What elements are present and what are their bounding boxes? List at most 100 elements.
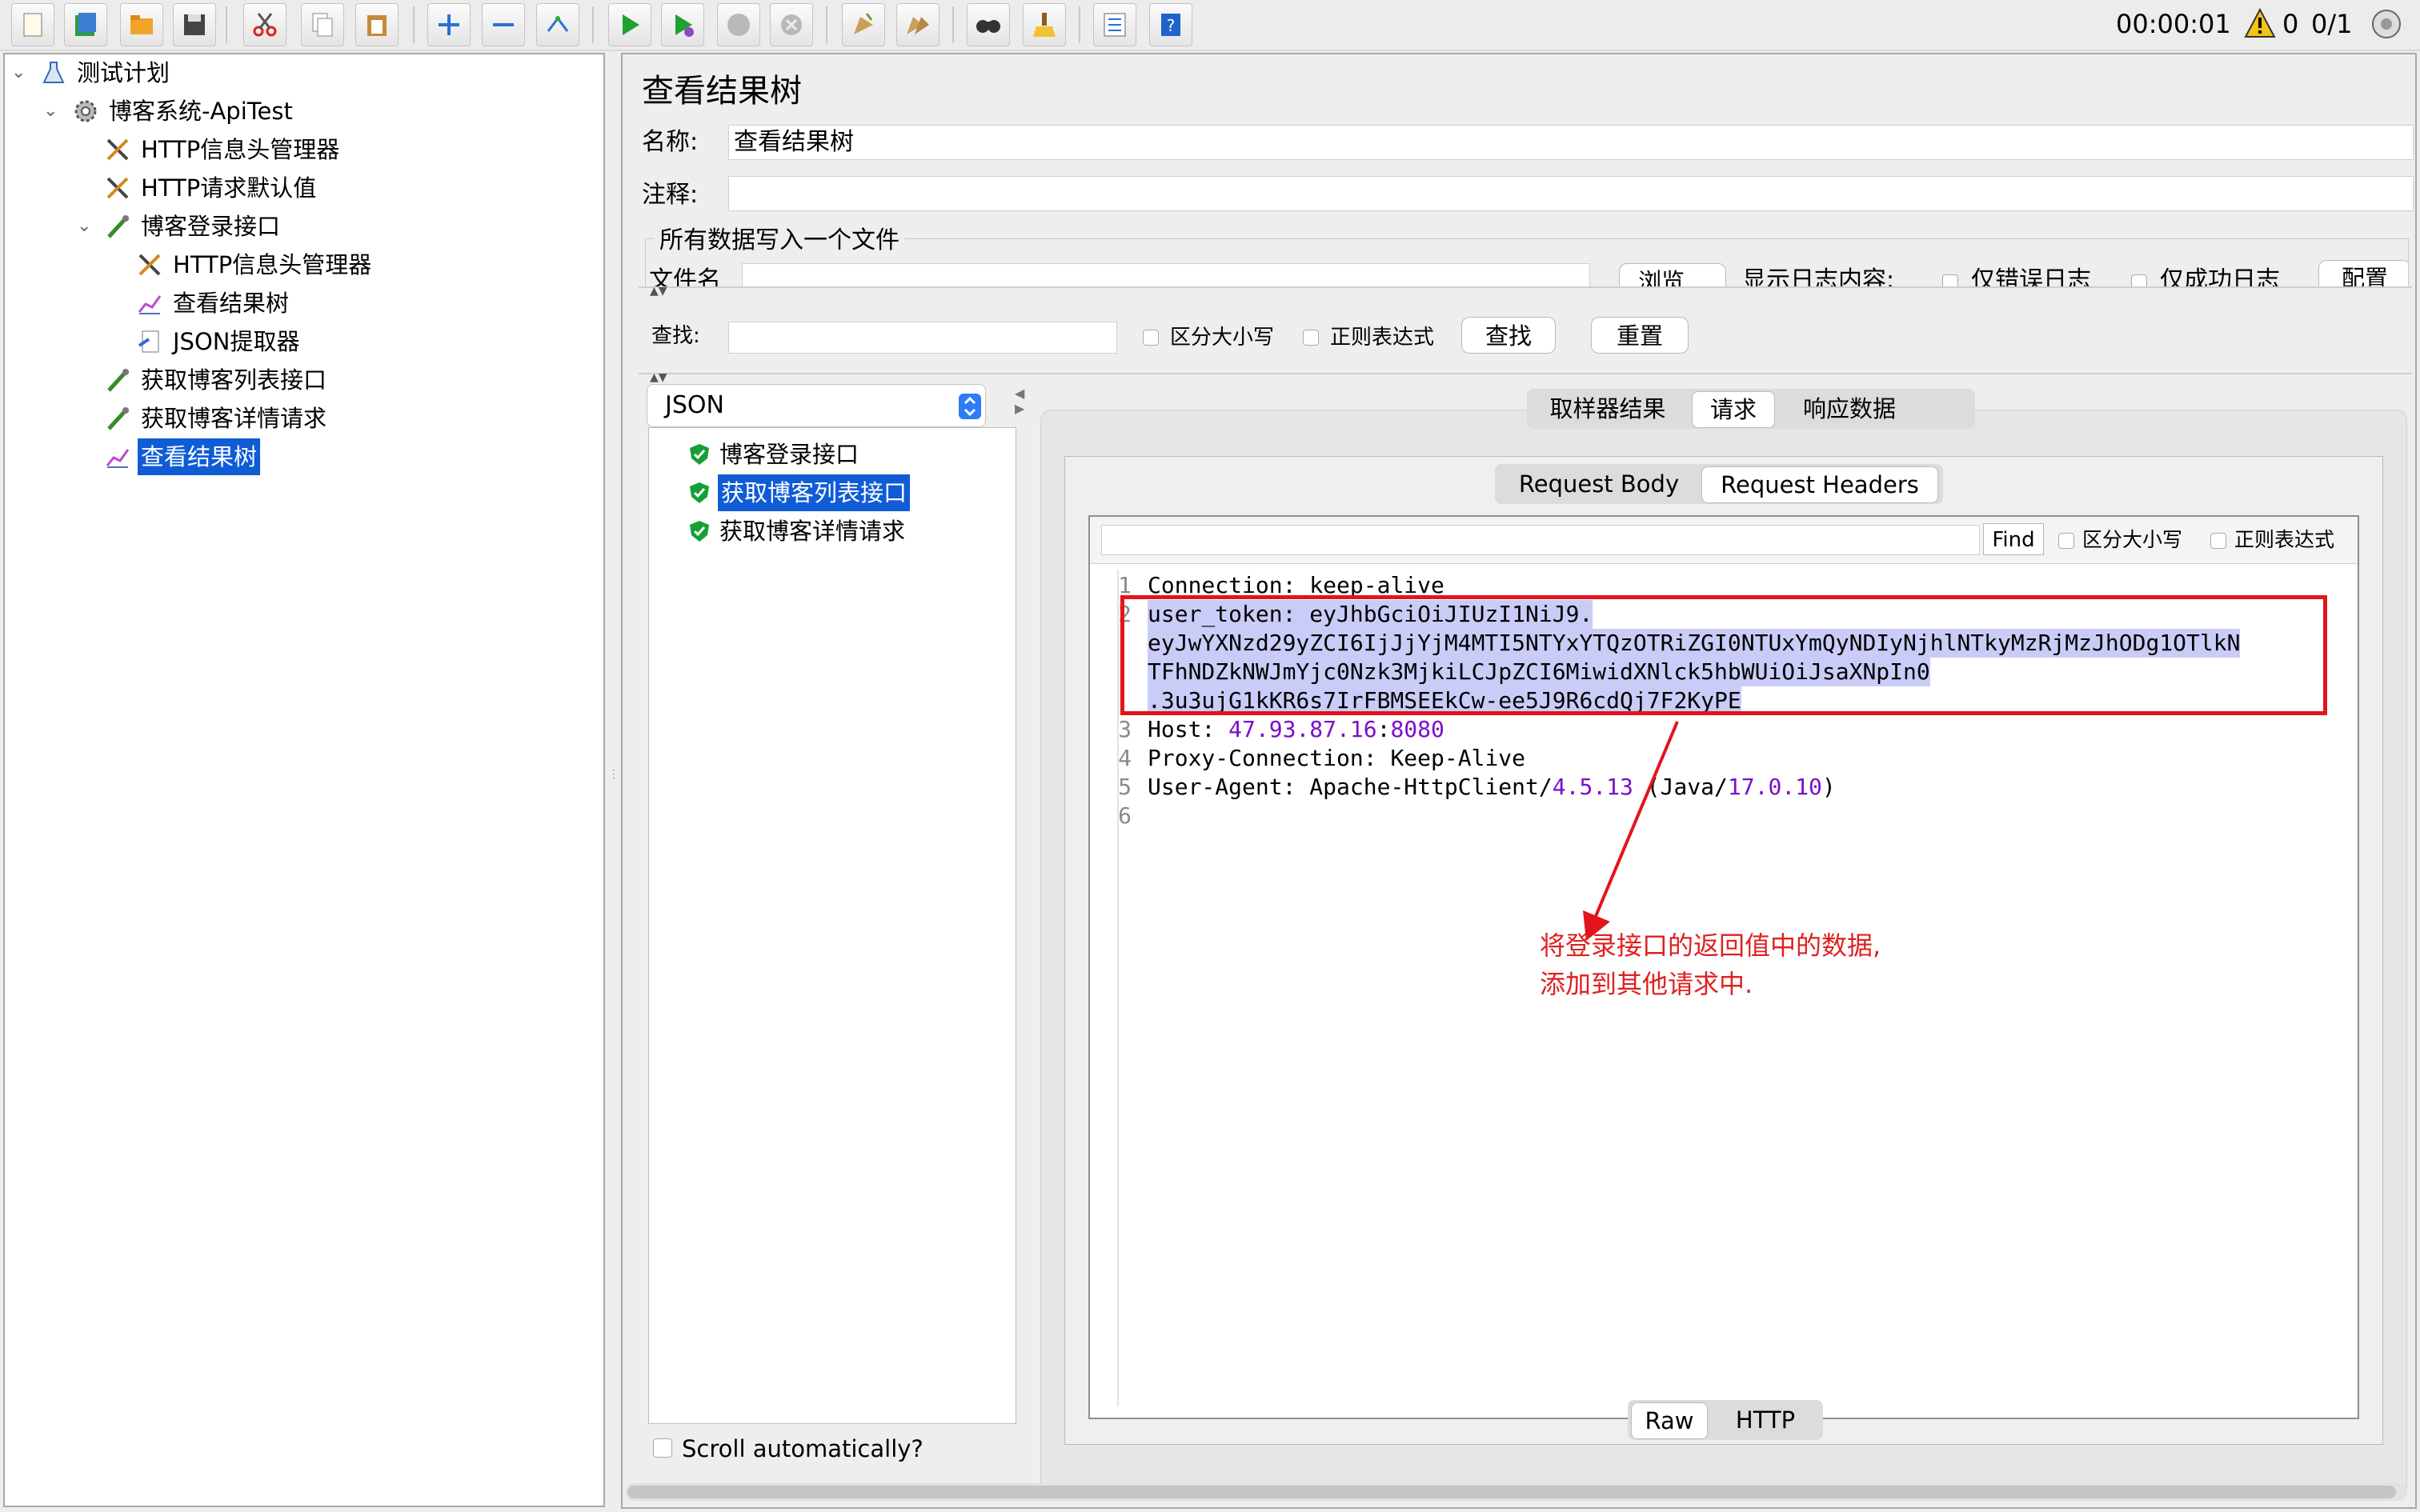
- sampler-icon: [107, 369, 129, 392]
- chevron-down-icon[interactable]: ⌄: [43, 93, 58, 130]
- split-arrows-icon[interactable]: ◀ ▶: [1015, 386, 1024, 416]
- search-regex-checkbox[interactable]: [1303, 330, 1319, 346]
- name-label: 名称:: [642, 128, 699, 156]
- tab-http[interactable]: HTTP: [1716, 1402, 1815, 1438]
- chart-icon: [138, 295, 162, 314]
- editor-regex-label: 正则表达式: [2234, 528, 2335, 551]
- request-subtabbar: Request Body Request Headers: [1495, 464, 1943, 504]
- tools-icon: [106, 177, 129, 199]
- search-icon[interactable]: [967, 3, 1010, 46]
- chevron-down-icon[interactable]: ⌄: [11, 54, 26, 91]
- scrollbar-thumb[interactable]: [627, 1486, 2396, 1498]
- start-icon[interactable]: [608, 3, 651, 46]
- status-indicator-icon: [2372, 10, 2401, 38]
- filename-label: 文件名: [649, 266, 721, 287]
- tab-request[interactable]: 请求: [1692, 391, 1775, 428]
- clear-icon[interactable]: [842, 3, 885, 46]
- tools-icon: [138, 254, 161, 276]
- warning-icon[interactable]: [2244, 8, 2276, 38]
- new-icon[interactable]: [11, 3, 54, 46]
- collapse-icon[interactable]: [482, 3, 525, 46]
- tools-icon: [106, 138, 129, 161]
- chevron-down-icon[interactable]: ⌄: [77, 208, 91, 245]
- gutter-divider: [1117, 570, 1119, 1406]
- clear-all-icon[interactable]: [896, 3, 940, 46]
- reset-search-icon[interactable]: [1023, 3, 1066, 46]
- errors-only-checkbox[interactable]: [1942, 274, 1958, 287]
- highlight-box: [1120, 595, 2327, 715]
- function-helper-icon[interactable]: [1093, 3, 1136, 46]
- tab-request-headers[interactable]: Request Headers: [1701, 466, 1938, 503]
- find-button[interactable]: 查找: [1461, 317, 1556, 354]
- split-arrows-icon[interactable]: ▲▼: [650, 371, 667, 384]
- shutdown-icon[interactable]: [770, 3, 813, 46]
- test-plan-tree: ⌄ 测试计划 ⌄ 博客系统-ApiTest HTTP信息头管理器 HTTP请求默…: [3, 53, 605, 1507]
- tab-sampler-result[interactable]: 取样器结果: [1532, 391, 1684, 426]
- test-plan-icon: [42, 62, 65, 83]
- search-regex-label: 正则表达式: [1330, 326, 1435, 350]
- save-icon[interactable]: [173, 3, 216, 46]
- warning-count: 0: [2282, 9, 2299, 39]
- toggle-icon[interactable]: [536, 3, 579, 46]
- filename-field[interactable]: [742, 263, 1590, 287]
- format-tabbar: Raw HTTP: [1628, 1400, 1823, 1440]
- success-only-checkbox[interactable]: [2131, 274, 2147, 287]
- sample-item[interactable]: 获取博客列表接口: [649, 474, 1001, 511]
- help-icon[interactable]: ?: [1149, 3, 1192, 46]
- divider: [639, 286, 2412, 288]
- annotation-line-1: 将登录接口的返回值中的数据,: [1540, 930, 1881, 961]
- paste-icon[interactable]: [355, 3, 399, 46]
- main-toolbar: ? 00:00:01 0 0/1: [0, 0, 2420, 51]
- log-display-label: 显示日志内容:: [1742, 266, 1895, 287]
- cut-icon[interactable]: [243, 3, 286, 46]
- tab-raw[interactable]: Raw: [1631, 1402, 1708, 1439]
- comment-field[interactable]: [728, 176, 2414, 211]
- splitter-handle[interactable]: ⋮: [608, 768, 619, 792]
- page-title: 查看结果树: [642, 73, 802, 110]
- annotation-line-2: 添加到其他请求中.: [1540, 969, 1753, 999]
- reset-button[interactable]: 重置: [1591, 317, 1689, 354]
- sampler-icon: [107, 215, 129, 238]
- success-shield-icon: [690, 444, 709, 465]
- elapsed-timer: 00:00:01: [2116, 9, 2231, 39]
- tab-request-body[interactable]: Request Body: [1500, 466, 1698, 502]
- detail-tabbar: 取样器结果 请求 响应数据: [1527, 389, 1975, 429]
- templates-icon[interactable]: [64, 3, 107, 46]
- copy-icon[interactable]: [301, 3, 344, 46]
- split-arrows-icon[interactable]: ▲▼: [650, 285, 667, 298]
- sample-item[interactable]: 博客登录接口: [649, 436, 1001, 473]
- start-no-timers-icon[interactable]: [661, 3, 704, 46]
- horizontal-scrollbar[interactable]: [626, 1483, 2407, 1501]
- scroll-auto-checkbox[interactable]: [653, 1438, 672, 1458]
- expand-icon[interactable]: [427, 3, 471, 46]
- browse-button[interactable]: 浏览...: [1619, 263, 1726, 287]
- tab-response-data[interactable]: 响应数据: [1781, 391, 1917, 426]
- stop-icon[interactable]: [717, 3, 760, 46]
- editor-case-label: 区分大小写: [2082, 528, 2183, 551]
- success-only-label: 仅成功日志: [2160, 266, 2280, 287]
- annotation-text: 将登录接口的返回值中的数据, 添加到其他请求中.: [1540, 926, 1881, 1003]
- editor-find-input[interactable]: [1101, 525, 1980, 555]
- select-arrows-icon: [959, 394, 981, 419]
- active-threads: 0/1: [2311, 9, 2353, 39]
- sample-item[interactable]: 获取博客详情请求: [649, 513, 1001, 550]
- svg-text:?: ?: [1167, 16, 1176, 35]
- success-shield-icon: [690, 482, 709, 503]
- success-shield-icon: [690, 521, 709, 542]
- results-tree-panel: 查看结果树 名称: 查看结果树 注释: 文件名 浏览... 显示日志内容: 仅错…: [621, 53, 2417, 1509]
- search-input[interactable]: [728, 322, 1117, 354]
- editor-find-button[interactable]: Find: [1983, 523, 2044, 555]
- editor-regex-checkbox[interactable]: [2210, 533, 2226, 549]
- name-field[interactable]: 查看结果树: [728, 125, 2414, 160]
- divider: [639, 373, 2412, 374]
- sample-result-list: 博客登录接口 获取博客列表接口 获取博客详情请求: [648, 427, 1016, 1424]
- annotation-arrow-icon: [1583, 721, 1679, 941]
- scroll-auto-label: Scroll automatically?: [682, 1435, 924, 1462]
- search-case-checkbox[interactable]: [1143, 330, 1159, 346]
- editor-case-checkbox[interactable]: [2058, 533, 2074, 549]
- open-icon[interactable]: [120, 3, 163, 46]
- config-button[interactable]: 配置: [2318, 260, 2408, 287]
- chart-icon: [106, 449, 130, 468]
- errors-only-label: 仅错误日志: [1971, 266, 2091, 287]
- renderer-select[interactable]: JSON: [647, 384, 986, 427]
